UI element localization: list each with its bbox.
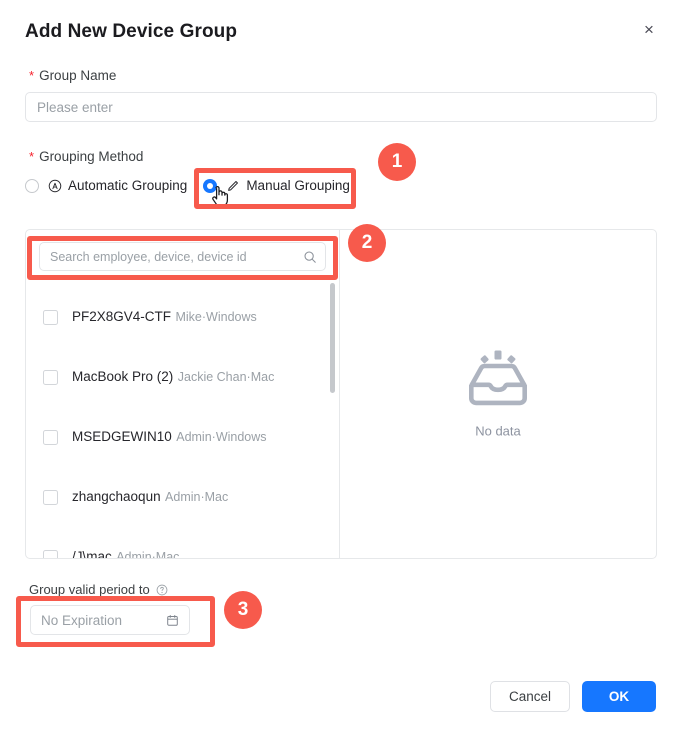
device-list[interactable]: PF2X8GV4-CTF Mike·Windows MacBook Pro (2… bbox=[26, 281, 339, 558]
device-name: MacBook Pro (2) bbox=[72, 369, 174, 384]
radio-automatic-grouping[interactable]: Automatic Grouping bbox=[25, 178, 187, 193]
calendar-icon[interactable] bbox=[166, 614, 179, 627]
device-name: zhangchaoqun bbox=[72, 489, 161, 504]
device-checkbox[interactable] bbox=[43, 369, 58, 385]
device-list-scrollbar[interactable] bbox=[330, 283, 335, 393]
ok-button[interactable]: OK bbox=[582, 681, 656, 712]
annotation-badge-1: 1 bbox=[378, 143, 416, 181]
annotation-badge-3: 3 bbox=[224, 591, 262, 629]
grouping-method-label-text: Grouping Method bbox=[39, 149, 144, 164]
group-name-label: * Group Name bbox=[29, 68, 116, 83]
device-name: PF2X8GV4-CTF bbox=[72, 309, 172, 324]
list-item[interactable]: PF2X8GV4-CTF Mike·Windows bbox=[26, 287, 339, 347]
required-asterisk: * bbox=[29, 149, 35, 164]
page-title: Add New Device Group bbox=[25, 21, 238, 42]
search-input[interactable] bbox=[40, 243, 325, 270]
search-container bbox=[26, 230, 339, 276]
device-owner: Mike·Windows bbox=[175, 310, 257, 324]
device-checkbox[interactable] bbox=[43, 309, 58, 325]
search-box[interactable] bbox=[39, 242, 326, 271]
close-icon[interactable]: × bbox=[638, 18, 660, 40]
device-owner: Admin·Windows bbox=[176, 430, 267, 444]
group-name-input[interactable] bbox=[25, 92, 657, 122]
grouping-method-label: * Grouping Method bbox=[29, 149, 143, 164]
list-item[interactable]: zhangchaoqun Admin·Mac bbox=[26, 467, 339, 527]
radio-label-automatic: Automatic Grouping bbox=[68, 178, 188, 193]
empty-inbox-icon bbox=[467, 350, 529, 410]
transfer-target-panel: No data bbox=[340, 230, 656, 558]
required-asterisk: * bbox=[29, 68, 35, 83]
list-item[interactable]: /J\mac Admin·Mac bbox=[26, 527, 339, 558]
device-name: MSEDGEWIN10 bbox=[72, 429, 172, 444]
device-owner: Admin·Mac bbox=[116, 550, 180, 558]
device-checkbox[interactable] bbox=[43, 489, 58, 505]
empty-state: No data bbox=[340, 350, 656, 439]
pencil-icon bbox=[226, 179, 240, 193]
automatic-circle-a-icon bbox=[48, 179, 62, 193]
empty-state-text: No data bbox=[475, 423, 521, 439]
radio-label-manual: Manual Grouping bbox=[246, 178, 350, 193]
grouping-method-radio-group: Automatic Grouping Manual Grouping bbox=[25, 178, 350, 193]
add-device-group-dialog: Add New Device Group × * Group Name * Grou… bbox=[0, 0, 681, 734]
device-owner: Admin·Mac bbox=[165, 490, 229, 504]
cancel-button[interactable]: Cancel bbox=[489, 681, 570, 712]
valid-period-label-text: Group valid period to bbox=[29, 582, 150, 597]
device-name: /J\mac bbox=[72, 549, 112, 558]
radio-indicator-automatic[interactable] bbox=[25, 178, 39, 193]
transfer-source-panel: PF2X8GV4-CTF Mike·Windows MacBook Pro (2… bbox=[26, 230, 340, 558]
list-item[interactable]: MacBook Pro (2) Jackie Chan·Mac bbox=[26, 347, 339, 407]
question-circle-icon[interactable] bbox=[156, 584, 168, 596]
device-checkbox[interactable] bbox=[43, 429, 58, 445]
radio-manual-grouping[interactable]: Manual Grouping bbox=[203, 178, 350, 193]
valid-period-date-field[interactable]: No Expiration bbox=[30, 605, 190, 635]
list-item[interactable]: MSEDGEWIN10 Admin·Windows bbox=[26, 407, 339, 467]
valid-period-value: No Expiration bbox=[41, 612, 123, 628]
dialog-footer: Cancel OK bbox=[489, 681, 656, 712]
valid-period-label: Group valid period to bbox=[29, 582, 168, 597]
radio-indicator-manual[interactable] bbox=[203, 178, 218, 193]
device-transfer: PF2X8GV4-CTF Mike·Windows MacBook Pro (2… bbox=[25, 229, 657, 559]
search-icon[interactable] bbox=[303, 250, 317, 264]
device-checkbox[interactable] bbox=[43, 549, 58, 558]
group-name-label-text: Group Name bbox=[39, 68, 117, 83]
device-owner: Jackie Chan·Mac bbox=[177, 370, 275, 384]
